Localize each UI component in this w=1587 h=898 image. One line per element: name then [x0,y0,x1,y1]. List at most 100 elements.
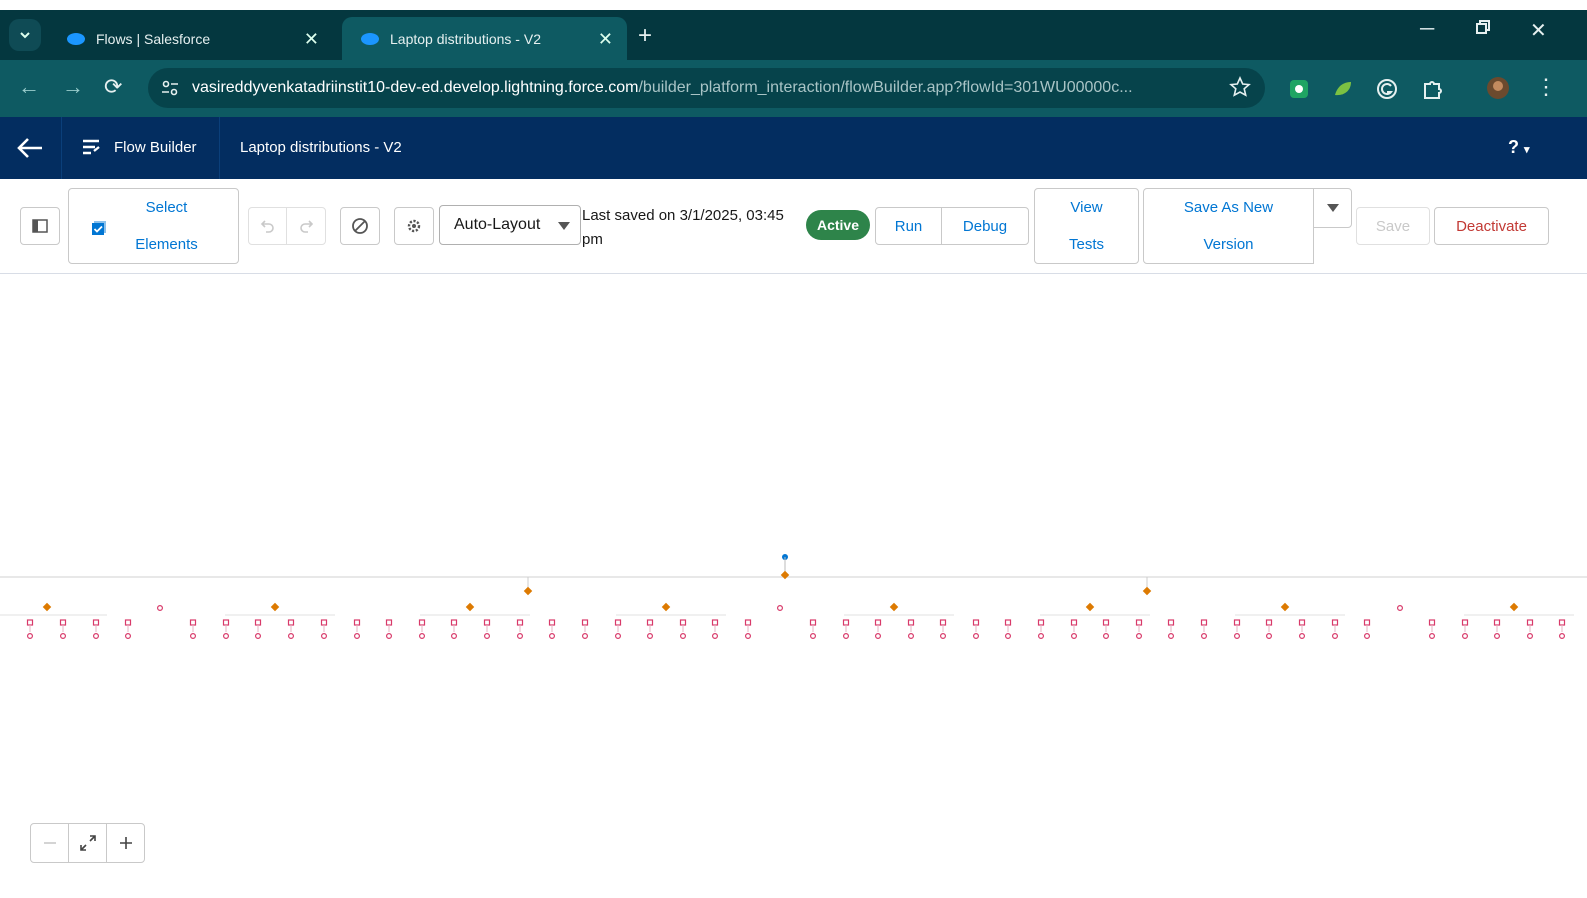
redo-button[interactable] [286,207,326,245]
close-tab-icon[interactable]: ✕ [304,29,319,50]
layout-mode-value: Auto-Layout [454,216,541,233]
assignment-node [1200,619,1208,626]
action-node [484,633,491,640]
decision-node [1142,586,1152,596]
assignment-node [1461,619,1469,626]
flow-name: Laptop distributions - V2 [240,139,402,156]
browser-tab-title: Flows | Salesforce [96,30,211,47]
assignment-node [1037,619,1045,626]
action-node [27,633,34,640]
assignment-node [679,619,687,626]
assignment-node [59,619,67,626]
address-bar[interactable]: vasireddyvenkatadriinstit10-dev-ed.devel… [148,68,1265,108]
back-arrow-icon[interactable] [16,135,44,161]
flow-settings-button[interactable] [394,207,434,245]
action-node [386,633,393,640]
layout-mode-select[interactable]: Auto-Layout [439,205,581,245]
browser-menu-icon[interactable]: ⋮ [1535,74,1557,100]
select-checkbox-icon [92,221,106,235]
zoom-in-button[interactable] [107,824,144,862]
assignment-node [972,619,980,626]
url-path: /builder_platform_interaction/flowBuilde… [638,79,1133,96]
action-node [288,633,295,640]
action-node [157,605,164,612]
save-options-dropdown[interactable] [1313,188,1352,228]
browser-tab-flows[interactable]: Flows | Salesforce ✕ [48,17,333,60]
action-node [321,633,328,640]
select-elements-button[interactable]: Select Elements [68,188,239,264]
debug-button[interactable]: Debug [941,207,1029,245]
decision-node [270,602,280,612]
assignment-node [450,619,458,626]
browser-tab-laptop-distributions[interactable]: Laptop distributions - V2 ✕ [342,17,627,60]
action-node [516,633,523,640]
assignment-node [711,619,719,626]
assignment-node [189,619,197,626]
profile-avatar[interactable] [1486,76,1510,100]
restore-window-icon[interactable] [1475,18,1491,41]
assignment-node [809,619,817,626]
new-tab-button[interactable]: + [638,22,652,50]
minimize-window-icon[interactable]: ─ [1420,18,1434,41]
chevron-down-icon [1326,204,1339,212]
action-node [1396,605,1403,612]
url-host: vasireddyvenkatadriinstit10-dev-ed.devel… [192,79,639,96]
action-node [419,633,426,640]
assignment-node [320,619,328,626]
close-window-icon[interactable]: ✕ [1530,18,1547,43]
view-tests-button[interactable]: View Tests [1034,188,1139,264]
browser-tab-title: Laptop distributions - V2 [390,30,541,47]
close-tab-icon[interactable]: ✕ [598,29,613,50]
help-menu-button[interactable]: ? ▾ [1508,137,1530,158]
zoom-out-button[interactable] [31,824,69,862]
screen-top-edge [0,0,1587,10]
assignment-node [1298,619,1306,626]
save-as-new-version-button[interactable]: Save As New Version [1143,188,1314,264]
run-button[interactable]: Run [875,207,942,245]
decision-node [661,602,671,612]
action-node [1493,633,1500,640]
bookmark-star-icon[interactable] [1229,76,1251,98]
toggle-panel-button[interactable] [20,207,60,245]
assignment-node [1526,619,1534,626]
assignment-node [385,619,393,626]
deactivate-button[interactable]: Deactivate [1434,207,1549,245]
header-divider [61,117,62,179]
save-button[interactable]: Save [1356,207,1430,245]
extension-green-icon[interactable] [1288,78,1310,100]
extensions-puzzle-icon[interactable] [1421,78,1443,100]
forward-arrow-icon[interactable]: → [62,74,84,100]
assignment-node [842,619,850,626]
chevron-down-icon: ▾ [1524,144,1530,156]
reload-icon[interactable]: ⟳ [104,74,122,100]
tab-search-button[interactable] [9,19,41,51]
undo-button[interactable] [248,207,287,245]
back-arrow-icon[interactable]: ← [18,74,40,100]
extension-leaf-icon[interactable] [1332,78,1354,100]
flow-canvas[interactable] [0,274,1587,898]
action-node [744,633,751,640]
decision-node [523,586,533,596]
assignment-node [1428,619,1436,626]
action-node [1298,633,1305,640]
action-node [1004,633,1011,640]
decision-node [1085,602,1095,612]
status-badge: Active [806,210,870,240]
action-node [1526,633,1533,640]
flow-diagram [0,554,1587,640]
redo-icon [300,220,314,233]
action-node [548,633,555,640]
errors-button[interactable] [340,207,380,245]
fit-view-button[interactable] [69,824,107,862]
grammarly-extension-icon[interactable] [1376,78,1398,100]
assignment-node [353,619,361,626]
action-node [1363,633,1370,640]
action-node [874,633,881,640]
assignment-node [1004,619,1012,626]
assignment-node [874,619,882,626]
site-info-icon[interactable] [160,78,180,98]
assignment-node [1265,619,1273,626]
action-node [223,633,230,640]
assignment-node [581,619,589,626]
assignment-node [483,619,491,626]
